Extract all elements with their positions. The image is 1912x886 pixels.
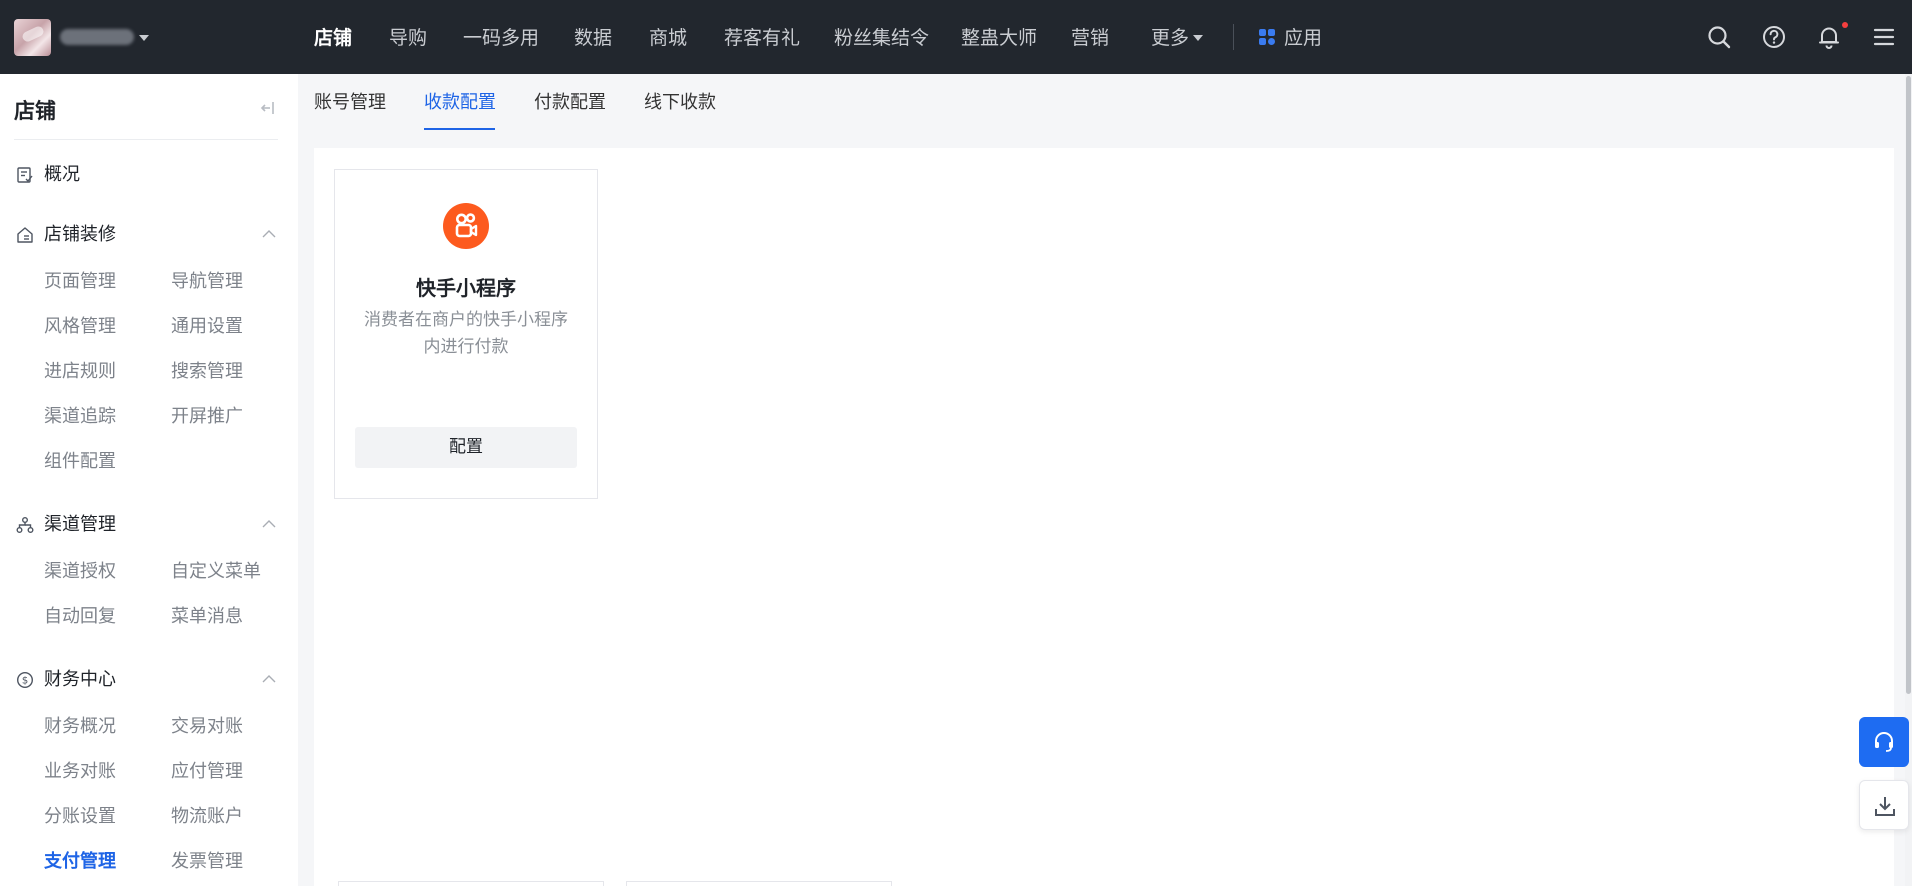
shop-name-blurred[interactable] [60, 29, 134, 45]
collapse-sidebar-icon[interactable] [258, 98, 278, 118]
sidebar-sub-splash-promotion[interactable]: 开屏推广 [171, 405, 243, 429]
search-icon[interactable] [1706, 24, 1732, 50]
sidebar-sub-style-management[interactable]: 风格管理 [44, 315, 116, 339]
sidebar-sub-nav-management[interactable]: 导航管理 [171, 270, 243, 294]
scrollbar-thumb[interactable] [1906, 76, 1911, 694]
sidebar-group-channel-management[interactable]: 渠道管理 [0, 510, 298, 540]
nav-item-store[interactable]: 店铺 [314, 25, 352, 51]
headset-icon [1875, 732, 1893, 752]
chevron-up-icon [262, 520, 276, 528]
nav-item-mall[interactable]: 商城 [649, 25, 687, 51]
sidebar-item-overview[interactable]: 概况 [0, 160, 298, 190]
overview-icon [17, 167, 33, 183]
sidebar-sub-payables[interactable]: 应付管理 [171, 760, 243, 784]
nav-divider [1233, 24, 1234, 50]
sidebar-sub-finance-overview[interactable]: 财务概况 [44, 715, 116, 739]
sidebar-sub-component-config[interactable]: 组件配置 [44, 450, 116, 474]
sidebar-sub-general-settings[interactable]: 通用设置 [171, 315, 243, 339]
sidebar: 店铺 概况 店铺装修 页面管理 导航管理 风格管理 通用设置 进店规则 搜索管理… [0, 74, 298, 886]
sidebar-group-label: 渠道管理 [44, 514, 116, 535]
nav-item-fans-rally[interactable]: 粉丝集结令 [834, 25, 929, 51]
sidebar-sub-logistics-account[interactable]: 物流账户 [171, 805, 243, 829]
sidebar-divider [14, 139, 278, 140]
bell-icon[interactable] [1816, 24, 1842, 50]
active-tab-indicator [424, 128, 495, 130]
notification-dot [1842, 22, 1848, 28]
tab-payment-config[interactable]: 付款配置 [534, 90, 606, 116]
sidebar-sub-search-management[interactable]: 搜索管理 [171, 360, 243, 384]
sidebar-sub-invoice-management[interactable]: 发票管理 [171, 850, 243, 874]
sidebar-sub-auto-reply[interactable]: 自动回复 [44, 605, 116, 629]
channel-icon [16, 517, 34, 533]
nav-item-prank-master[interactable]: 整蛊大师 [961, 25, 1037, 51]
sidebar-sub-custom-menu[interactable]: 自定义菜单 [171, 560, 261, 584]
next-card-partial [626, 881, 892, 886]
download-button[interactable] [1859, 780, 1909, 830]
card-description: 消费者在商户的快手小程序 内进行付款 [357, 307, 575, 361]
customer-service-button[interactable] [1859, 717, 1909, 767]
nav-item-guide[interactable]: 导购 [389, 25, 427, 51]
tab-collection-config[interactable]: 收款配置 [424, 90, 496, 116]
top-navigation-bar: 店铺 导购 一码多用 数据 商城 荐客有礼 粉丝集结令 整蛊大师 营销 更多 应… [0, 0, 1912, 74]
svg-text:$: $ [22, 676, 28, 687]
configure-button[interactable]: 配置 [355, 427, 577, 468]
sidebar-sub-channel-tracking[interactable]: 渠道追踪 [44, 405, 116, 429]
kuaishou-icon [443, 203, 489, 249]
sidebar-sub-split-settings[interactable]: 分账设置 [44, 805, 116, 829]
sidebar-sub-channel-auth[interactable]: 渠道授权 [44, 560, 116, 584]
apps-grid-icon [1259, 29, 1276, 46]
nav-item-apps[interactable]: 应用 [1284, 25, 1322, 51]
nav-item-multi-code[interactable]: 一码多用 [463, 25, 539, 51]
tab-offline-collection[interactable]: 线下收款 [644, 90, 716, 116]
chevron-up-icon [262, 675, 276, 683]
card-title: 快手小程序 [416, 276, 516, 300]
sidebar-title: 店铺 [14, 99, 56, 123]
download-icon [1875, 797, 1895, 816]
sidebar-sub-entry-rules[interactable]: 进店规则 [44, 360, 116, 384]
sidebar-sub-payment-management[interactable]: 支付管理 [44, 850, 116, 874]
more-caret-icon [1193, 35, 1203, 41]
sidebar-item-label: 概况 [44, 164, 80, 185]
nav-item-marketing[interactable]: 营销 [1071, 25, 1109, 51]
sidebar-group-label: 财务中心 [44, 669, 116, 690]
shop-switch-caret-icon[interactable] [139, 35, 149, 41]
payment-channel-card: 快手小程序 消费者在商户的快手小程序 内进行付款 配置 [334, 169, 598, 499]
chevron-up-icon [262, 230, 276, 238]
sidebar-group-label: 店铺装修 [44, 224, 116, 245]
finance-icon: $ [16, 671, 34, 689]
shop-avatar[interactable] [14, 19, 51, 56]
sidebar-sub-business-reconciliation[interactable]: 业务对账 [44, 760, 116, 784]
next-card-partial [338, 881, 604, 886]
nav-item-data[interactable]: 数据 [574, 25, 612, 51]
tab-account-management[interactable]: 账号管理 [314, 90, 386, 116]
nav-item-referral[interactable]: 荐客有礼 [724, 25, 800, 51]
sidebar-sub-page-management[interactable]: 页面管理 [44, 270, 116, 294]
help-icon[interactable] [1761, 24, 1787, 50]
sidebar-sub-transaction-reconciliation[interactable]: 交易对账 [171, 715, 243, 739]
sidebar-group-finance-center[interactable]: $ 财务中心 [0, 665, 298, 695]
card-description-line: 消费者在商户的快手小程序 [364, 310, 568, 330]
store-decoration-icon [17, 227, 33, 243]
nav-item-more[interactable]: 更多 [1151, 25, 1189, 51]
sidebar-sub-menu-message[interactable]: 菜单消息 [171, 605, 243, 629]
sidebar-group-store-decoration[interactable]: 店铺装修 [0, 220, 298, 250]
card-description-line: 内进行付款 [423, 337, 509, 357]
menu-icon[interactable] [1871, 24, 1897, 50]
